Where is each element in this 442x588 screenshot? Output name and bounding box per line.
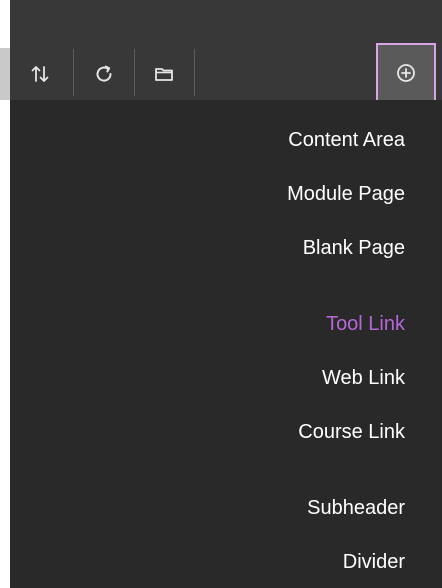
sort-arrows-icon	[31, 65, 49, 82]
manage-folders-button[interactable]	[134, 49, 194, 98]
menu-item-web-link[interactable]: Web Link	[322, 366, 405, 390]
add-menu-dropdown: Content Area Module Page Blank Page Tool…	[10, 100, 442, 588]
reorder-button[interactable]	[10, 49, 70, 98]
course-menu-panel: Content Area Module Page Blank Page Tool…	[0, 0, 442, 588]
left-edge-accent	[0, 48, 10, 100]
menu-item-course-link[interactable]: Course Link	[298, 420, 405, 444]
menu-item-subheader[interactable]: Subheader	[307, 496, 405, 520]
refresh-icon	[96, 65, 112, 82]
toolbar-divider	[194, 49, 195, 96]
course-menu-toolbar	[10, 43, 442, 100]
left-edge	[0, 0, 10, 588]
refresh-button[interactable]	[74, 49, 134, 98]
add-circle-icon	[397, 63, 415, 82]
folder-icon	[155, 67, 173, 81]
menu-item-module-page[interactable]: Module Page	[287, 182, 405, 206]
menu-item-content-area[interactable]: Content Area	[288, 128, 405, 152]
add-menu-item-button[interactable]	[376, 43, 436, 100]
menu-item-blank-page[interactable]: Blank Page	[303, 236, 405, 260]
menu-item-divider[interactable]: Divider	[343, 550, 405, 574]
menu-item-tool-link[interactable]: Tool Link	[326, 312, 405, 336]
